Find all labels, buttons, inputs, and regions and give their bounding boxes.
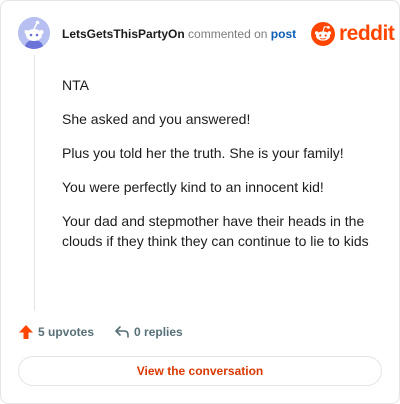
- comment-paragraph: Your dad and stepmother have their heads…: [62, 213, 369, 249]
- comment-paragraph: Plus you told her the truth. She is your…: [62, 145, 344, 161]
- upvote-action[interactable]: 5 upvotes: [18, 324, 94, 340]
- reddit-logo-icon: [311, 22, 335, 46]
- comment-header: LetsGetsThisPartyOn commented on post: [62, 26, 296, 42]
- reply-arrow-icon: [115, 326, 129, 338]
- comment-body: NTA She asked and you answered! Plus you…: [62, 75, 382, 265]
- reply-count: 0 replies: [134, 325, 183, 339]
- comment-paragraph: NTA: [62, 77, 89, 93]
- comment-paragraph: She asked and you answered!: [62, 111, 251, 127]
- embedded-comment-card: LetsGetsThisPartyOn commented on post re…: [0, 0, 400, 404]
- comment-paragraph: You were perfectly kind to an innocent k…: [62, 179, 324, 195]
- reddit-wordmark: reddit: [339, 22, 395, 45]
- snoo-avatar-icon: [18, 17, 50, 49]
- reply-action[interactable]: 0 replies: [114, 324, 183, 340]
- upvote-arrow-icon: [19, 325, 33, 339]
- user-avatar[interactable]: [18, 17, 50, 49]
- author-name[interactable]: LetsGetsThisPartyOn: [62, 27, 185, 41]
- reddit-logo[interactable]: reddit: [311, 21, 395, 47]
- commented-on-text: commented on: [188, 27, 268, 41]
- post-link[interactable]: post: [271, 27, 296, 41]
- thread-line: [34, 55, 35, 311]
- upvote-count: 5 upvotes: [38, 325, 95, 339]
- view-conversation-button[interactable]: View the conversation: [18, 356, 382, 386]
- comment-actions: 5 upvotes 0 replies: [18, 322, 183, 342]
